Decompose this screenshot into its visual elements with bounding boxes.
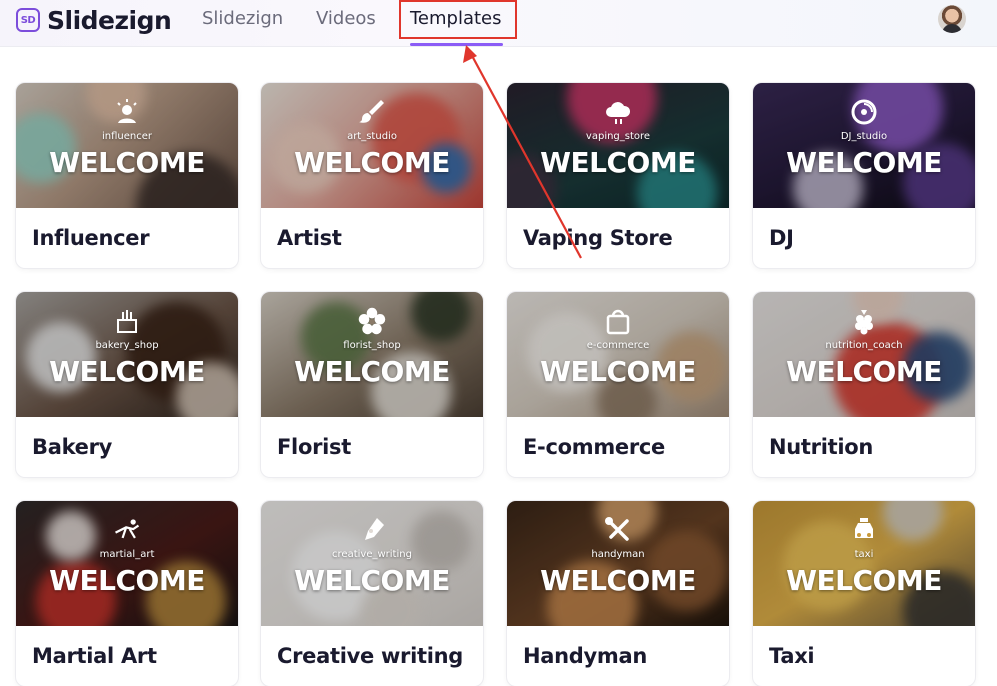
template-title[interactable]: E-commerce	[523, 435, 665, 459]
template-card[interactable]: bakery_shop WELCOME Bakery	[16, 292, 238, 477]
template-card[interactable]: creative_writing WELCOME Creative writing	[261, 501, 483, 686]
template-card[interactable]: e-commerce WELCOME E-commerce	[507, 292, 729, 477]
logo-icon: SD	[16, 8, 40, 32]
vinyl-icon	[849, 97, 879, 127]
welcome-banner: WELCOME	[294, 146, 450, 179]
template-card[interactable]: florist_shop WELCOME Florist	[261, 292, 483, 477]
welcome-banner: WELCOME	[49, 146, 205, 179]
welcome-banner: WELCOME	[786, 146, 942, 179]
template-card[interactable]: DJ_studio WELCOME DJ	[753, 83, 975, 268]
brand-logo[interactable]: SD Slidezign	[16, 5, 172, 35]
template-thumbnail[interactable]: bakery_shop WELCOME	[16, 292, 238, 417]
template-slug: taxi	[854, 549, 874, 560]
template-slug: creative_writing	[332, 549, 412, 560]
annotation-highlight-box	[399, 0, 517, 39]
flower-icon	[357, 306, 387, 336]
template-thumbnail[interactable]: creative_writing WELCOME	[261, 501, 483, 626]
template-card[interactable]: handyman WELCOME Handyman	[507, 501, 729, 686]
template-card[interactable]: vaping_store WELCOME Vaping Store	[507, 83, 729, 268]
template-thumbnail[interactable]: DJ_studio WELCOME	[753, 83, 975, 208]
welcome-banner: WELCOME	[49, 564, 205, 597]
cloud-icon	[603, 97, 633, 127]
avatar[interactable]	[938, 5, 966, 33]
template-thumbnail[interactable]: handyman WELCOME	[507, 501, 729, 626]
template-thumbnail[interactable]: florist_shop WELCOME	[261, 292, 483, 417]
welcome-banner: WELCOME	[294, 564, 450, 597]
tools-icon	[603, 515, 633, 545]
template-card[interactable]: martial_art WELCOME Martial Art	[16, 501, 238, 686]
cake-icon	[112, 306, 142, 336]
template-title[interactable]: DJ	[769, 226, 794, 250]
martial-artist-icon	[112, 515, 142, 545]
template-slug: influencer	[101, 131, 152, 142]
welcome-banner: WELCOME	[540, 355, 696, 388]
welcome-banner: WELCOME	[786, 564, 942, 597]
welcome-banner: WELCOME	[540, 146, 696, 179]
template-slug: bakery_shop	[95, 340, 159, 351]
template-slug: handyman	[591, 549, 645, 560]
template-slug: art_studio	[347, 131, 397, 142]
template-card[interactable]: nutrition_coach WELCOME Nutrition	[753, 292, 975, 477]
template-thumbnail[interactable]: taxi WELCOME	[753, 501, 975, 626]
template-title[interactable]: Creative writing	[277, 644, 463, 668]
active-tab-indicator	[410, 43, 503, 46]
shopping-bag-icon	[603, 306, 633, 336]
nav-link-videos[interactable]: Videos	[316, 8, 376, 29]
template-thumbnail[interactable]: influencer WELCOME	[16, 83, 238, 208]
welcome-banner: WELCOME	[786, 355, 942, 388]
top-navigation-bar: SD Slidezign Slidezign Videos Templates	[0, 0, 997, 47]
template-thumbnail[interactable]: nutrition_coach WELCOME	[753, 292, 975, 417]
template-slug: martial_art	[99, 549, 155, 560]
template-title[interactable]: Martial Art	[32, 644, 157, 668]
template-title[interactable]: Influencer	[32, 226, 150, 250]
template-thumbnail[interactable]: vaping_store WELCOME	[507, 83, 729, 208]
template-title[interactable]: Handyman	[523, 644, 647, 668]
template-card[interactable]: taxi WELCOME Taxi	[753, 501, 975, 686]
welcome-banner: WELCOME	[540, 564, 696, 597]
template-slug: florist_shop	[343, 340, 401, 351]
welcome-banner: WELCOME	[49, 355, 205, 388]
template-title[interactable]: Vaping Store	[523, 226, 673, 250]
welcome-banner: WELCOME	[294, 355, 450, 388]
template-card[interactable]: influencer WELCOME Influencer	[16, 83, 238, 268]
template-title[interactable]: Taxi	[769, 644, 815, 668]
template-title[interactable]: Florist	[277, 435, 351, 459]
nav-link-slidezign[interactable]: Slidezign	[202, 8, 283, 29]
paintbrush-icon	[357, 97, 387, 127]
taxi-icon	[849, 515, 879, 545]
template-slug: nutrition_coach	[825, 340, 903, 351]
template-thumbnail[interactable]: martial_art WELCOME	[16, 501, 238, 626]
influencer-icon	[112, 97, 142, 127]
fountain-pen-icon	[357, 515, 387, 545]
template-slug: vaping_store	[585, 131, 651, 142]
raspberry-icon	[849, 306, 879, 336]
template-card[interactable]: art_studio WELCOME Artist	[261, 83, 483, 268]
template-title[interactable]: Artist	[277, 226, 342, 250]
template-thumbnail[interactable]: e-commerce WELCOME	[507, 292, 729, 417]
template-title[interactable]: Bakery	[32, 435, 112, 459]
template-title[interactable]: Nutrition	[769, 435, 873, 459]
template-slug: e-commerce	[586, 340, 650, 351]
template-thumbnail[interactable]: art_studio WELCOME	[261, 83, 483, 208]
template-slug: DJ_studio	[840, 131, 888, 142]
brand-name: Slidezign	[47, 5, 172, 35]
